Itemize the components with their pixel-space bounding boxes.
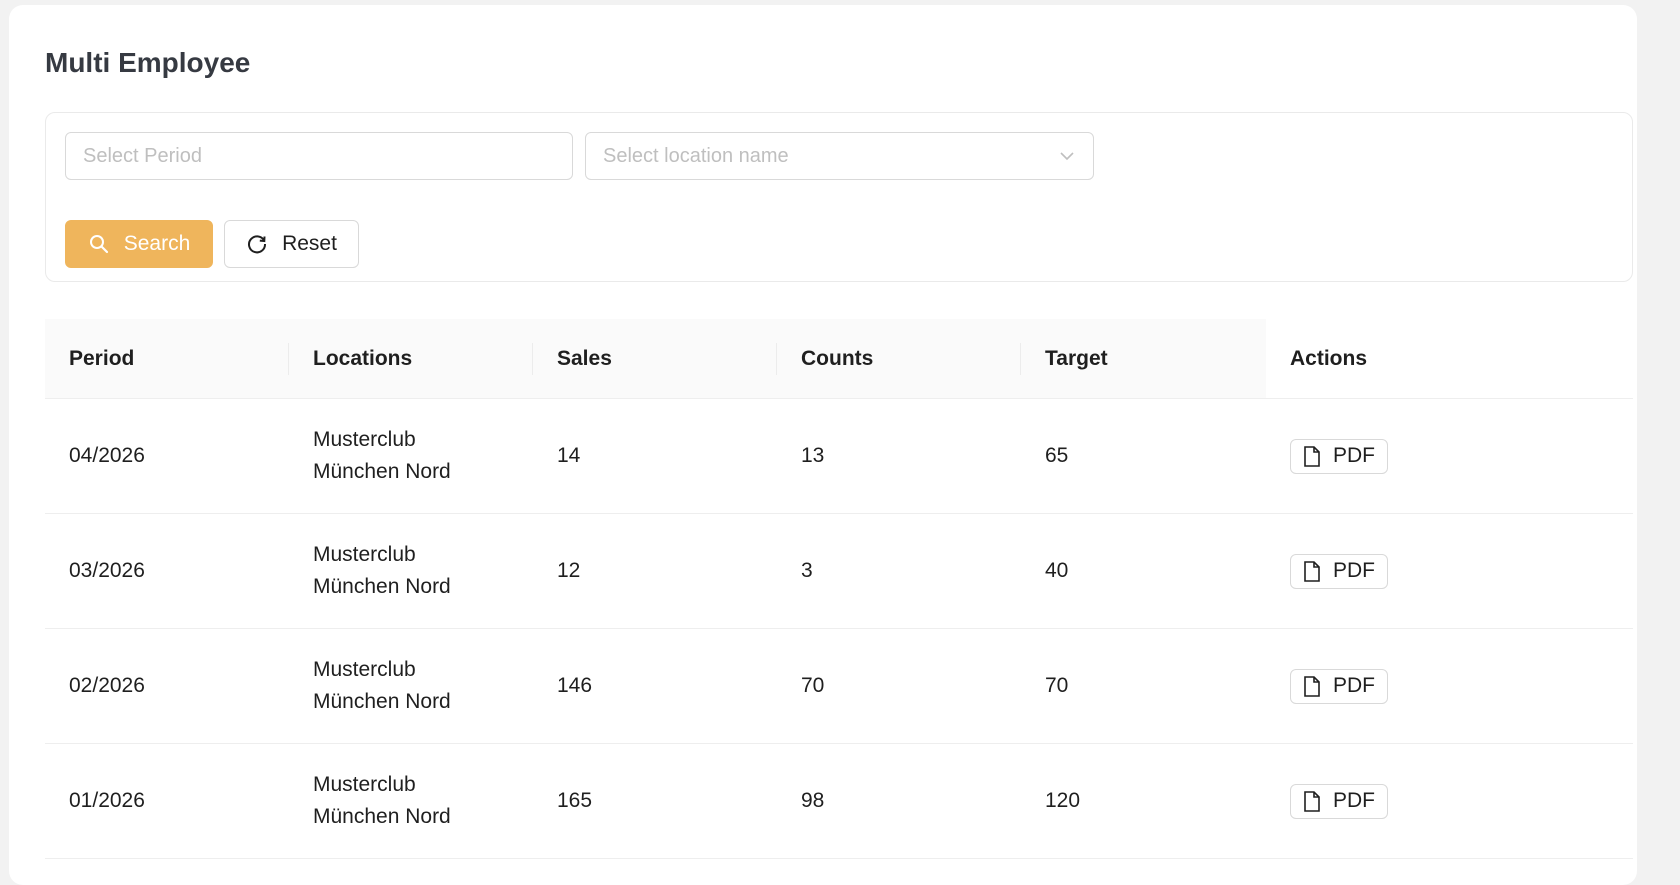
cell-period: 04/2026 (69, 444, 145, 467)
pdf-button[interactable]: PDF (1290, 553, 1388, 589)
location-line1: Musterclub (313, 543, 416, 566)
chevron-down-icon (1058, 147, 1076, 165)
cell-target: 70 (1045, 674, 1069, 697)
location-select-placeholder: Select location name (603, 144, 789, 167)
cell-period: 01/2026 (69, 789, 145, 812)
cell-location: Musterclub München Nord (289, 744, 533, 858)
column-header-sales[interactable]: Sales (533, 319, 777, 398)
pdf-button[interactable]: PDF (1290, 438, 1388, 474)
cell-actions: PDF (1266, 744, 1633, 858)
cell-location: Musterclub München Nord (289, 514, 533, 628)
table-row: 01/2026 Musterclub München Nord 165 98 1… (45, 744, 1633, 859)
pdf-button-label: PDF (1333, 789, 1375, 812)
search-button[interactable]: Search (65, 220, 213, 268)
cell-period: 03/2026 (69, 559, 145, 582)
cell-period: 02/2026 (69, 674, 145, 697)
cell-counts: 3 (801, 559, 813, 582)
reload-icon (246, 233, 268, 255)
pdf-button-label: PDF (1333, 444, 1375, 467)
cell-actions: PDF (1266, 514, 1633, 628)
column-header-period[interactable]: Period (45, 319, 289, 398)
cell-actions: PDF (1266, 399, 1633, 513)
pdf-button-label: PDF (1333, 559, 1375, 582)
content-card: Multi Employee Select location name Sear… (9, 5, 1637, 885)
file-icon (1303, 790, 1321, 812)
file-icon (1303, 560, 1321, 582)
data-table: Period Locations Sales Counts Target Act… (45, 319, 1633, 859)
period-input[interactable] (65, 132, 573, 180)
column-header-counts[interactable]: Counts (777, 319, 1021, 398)
location-line2: München Nord (313, 805, 451, 828)
location-line2: München Nord (313, 460, 451, 483)
reset-button-label: Reset (282, 232, 337, 255)
column-header-target[interactable]: Target (1021, 319, 1266, 398)
cell-counts: 98 (801, 789, 825, 812)
column-header-actions: Actions (1266, 319, 1633, 398)
cell-sales: 14 (557, 444, 581, 467)
filter-panel: Select location name Search Reset (45, 112, 1633, 282)
cell-counts: 70 (801, 674, 825, 697)
location-select[interactable]: Select location name (585, 132, 1094, 180)
pdf-button-label: PDF (1333, 674, 1375, 697)
location-line2: München Nord (313, 575, 451, 598)
cell-location: Musterclub München Nord (289, 399, 533, 513)
cell-actions: PDF (1266, 629, 1633, 743)
page-title: Multi Employee (45, 47, 251, 78)
cell-target: 65 (1045, 444, 1069, 467)
cell-counts: 13 (801, 444, 825, 467)
cell-target: 40 (1045, 559, 1069, 582)
location-line1: Musterclub (313, 773, 416, 796)
pdf-button[interactable]: PDF (1290, 668, 1388, 704)
pdf-button[interactable]: PDF (1290, 783, 1388, 819)
cell-location: Musterclub München Nord (289, 629, 533, 743)
cell-sales: 12 (557, 559, 581, 582)
table-row: 04/2026 Musterclub München Nord 14 13 65… (45, 399, 1633, 514)
cell-sales: 165 (557, 789, 593, 812)
search-button-label: Search (123, 232, 191, 255)
table-row: 02/2026 Musterclub München Nord 146 70 7… (45, 629, 1633, 744)
location-line1: Musterclub (313, 428, 416, 451)
file-icon (1303, 675, 1321, 697)
file-icon (1303, 445, 1321, 467)
reset-button[interactable]: Reset (224, 220, 359, 268)
cell-target: 120 (1045, 789, 1081, 812)
location-line1: Musterclub (313, 658, 416, 681)
table-row: 03/2026 Musterclub München Nord 12 3 40 … (45, 514, 1633, 629)
search-icon (88, 233, 110, 255)
location-line2: München Nord (313, 690, 451, 713)
table-header: Period Locations Sales Counts Target Act… (45, 319, 1633, 399)
cell-sales: 146 (557, 674, 593, 697)
column-header-locations[interactable]: Locations (289, 319, 533, 398)
